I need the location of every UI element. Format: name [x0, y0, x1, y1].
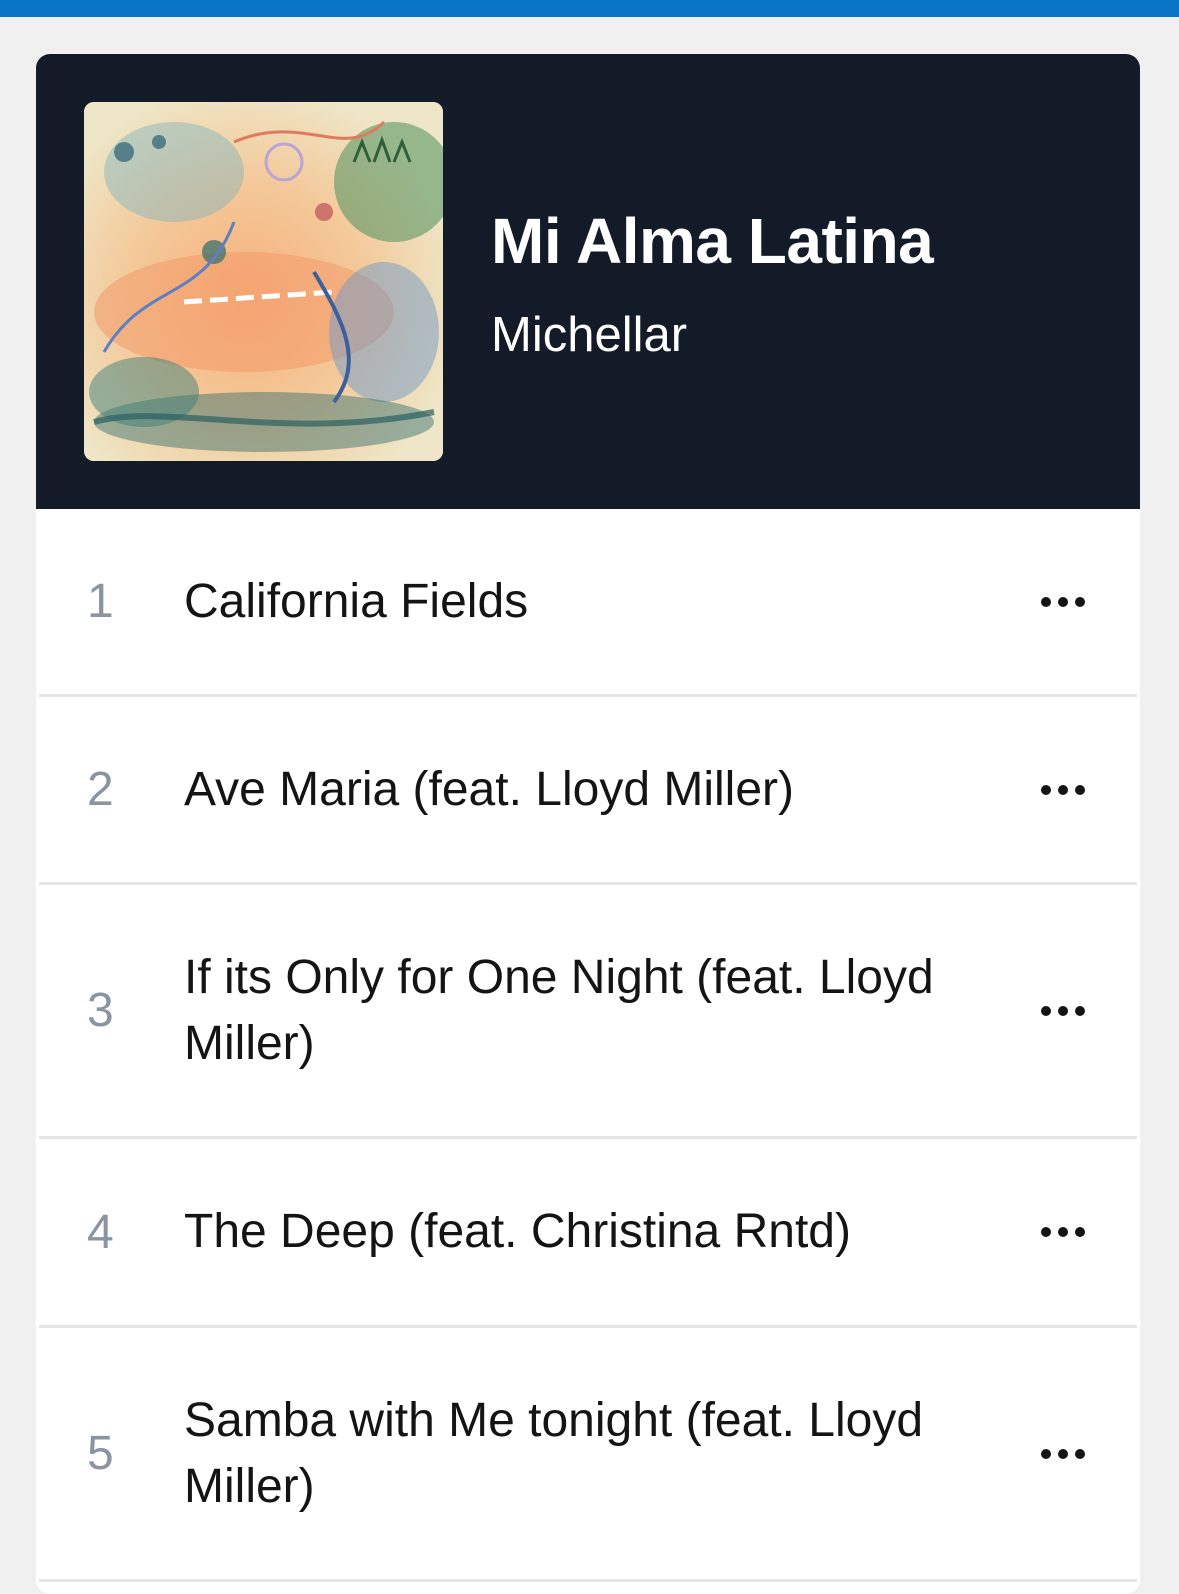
- more-options-button[interactable]: [1041, 775, 1085, 805]
- track-row[interactable]: 2 Ave Maria (feat. Lloyd Miller): [39, 697, 1137, 885]
- track-title: If its Only for One Night (feat. Lloyd M…: [184, 950, 934, 1070]
- more-options-button[interactable]: [1041, 996, 1085, 1026]
- track-row[interactable]: 5 Samba with Me tonight (feat. Lloyd Mil…: [39, 1328, 1137, 1582]
- more-horizontal-icon: [1041, 1227, 1051, 1237]
- track-list: 1 California Fields 2 Ave Maria (feat. L…: [39, 509, 1137, 1582]
- more-horizontal-icon: [1041, 1005, 1051, 1016]
- album-title: Mi Alma Latina: [491, 205, 934, 277]
- album-artwork-painting: [84, 102, 443, 461]
- album-artist[interactable]: Michellar: [491, 307, 687, 363]
- album-header: Mi Alma Latina Michellar: [36, 54, 1140, 509]
- more-horizontal-icon: [1041, 596, 1051, 607]
- track-title: Ave Maria (feat. Lloyd Miller): [184, 762, 794, 816]
- track-title: Samba with Me tonight (feat. Lloyd Mille…: [184, 1393, 924, 1513]
- track-title: The Deep (feat. Christina Rntd): [184, 1205, 851, 1258]
- track-row[interactable]: 1 California Fields: [39, 509, 1137, 697]
- more-options-button[interactable]: [1041, 1439, 1085, 1469]
- top-accent-bar: [0, 0, 1179, 17]
- more-horizontal-icon: [1041, 784, 1051, 795]
- track-number: 3: [87, 984, 114, 1037]
- album-artwork[interactable]: [84, 102, 443, 461]
- more-horizontal-icon: [1041, 1448, 1051, 1459]
- track-number: 2: [87, 763, 114, 816]
- track-row[interactable]: 3 If its Only for One Night (feat. Lloyd…: [39, 885, 1137, 1139]
- album-card: Mi Alma Latina Michellar 1 California Fi…: [36, 54, 1140, 1594]
- track-number: 5: [87, 1427, 114, 1480]
- track-number: 1: [87, 575, 114, 628]
- more-options-button[interactable]: [1041, 587, 1085, 617]
- track-number: 4: [87, 1205, 114, 1259]
- track-title: California Fields: [184, 574, 529, 628]
- track-row[interactable]: 4 The Deep (feat. Christina Rntd): [39, 1139, 1137, 1328]
- more-options-button[interactable]: [1041, 1217, 1085, 1247]
